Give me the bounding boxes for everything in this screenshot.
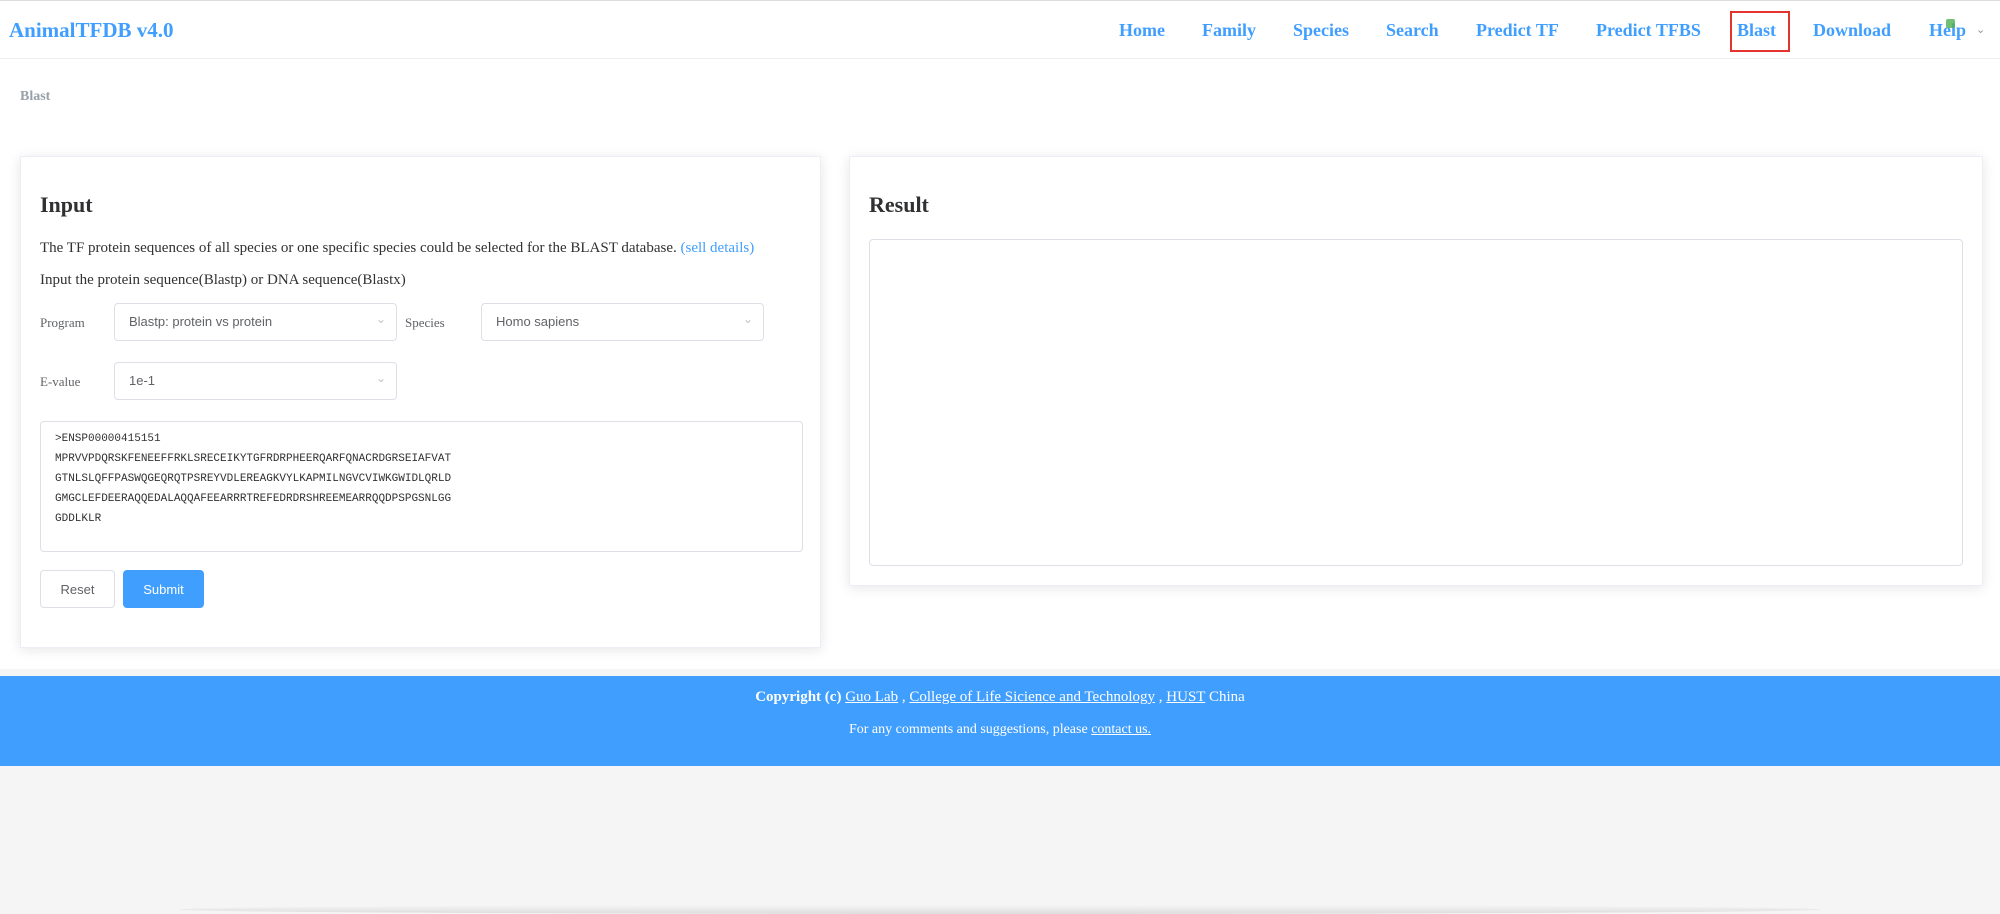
breadcrumb: Blast [20, 89, 51, 104]
program-label: Program [40, 315, 85, 330]
contact-link[interactable]: contact us. [1091, 722, 1151, 737]
top-navbar: AnimalTFDB v4.0 Home Family Species Sear… [0, 0, 2000, 59]
sequence-textarea[interactable]: >ENSP00000415151 MPRVVPDQRSKFENEEFFRKLSR… [40, 421, 803, 552]
main-nav: Home Family Species Search Predict TF Pr… [0, 20, 2000, 50]
evalue-select-value: 1e-1 [129, 373, 156, 388]
hust-link[interactable]: HUST [1166, 689, 1205, 705]
copyright-line: Copyright (c) Guo Lab , College of Life … [0, 689, 2000, 706]
nav-species[interactable]: Species [1293, 20, 1349, 41]
nav-predict-tfbs[interactable]: Predict TFBS [1596, 20, 1701, 41]
guo-lab-link[interactable]: Guo Lab [845, 689, 898, 705]
nav-search[interactable]: Search [1386, 20, 1439, 41]
chevron-down-icon: ⌄ [375, 312, 386, 326]
species-select[interactable]: Homo sapiens ⌄ [481, 303, 764, 341]
copyright-label: Copyright (c) [755, 689, 842, 705]
evalue-select[interactable]: 1e-1 ⌄ [114, 362, 397, 400]
species-label: Species [405, 315, 445, 330]
nav-home[interactable]: Home [1119, 20, 1165, 41]
chevron-down-icon[interactable]: ⌄ [1976, 23, 1985, 36]
help-badge-icon [1946, 19, 1955, 28]
chevron-down-icon: ⌄ [375, 371, 386, 385]
result-title: Result [869, 192, 929, 217]
program-select[interactable]: Blastp: protein vs protein ⌄ [114, 303, 397, 341]
nav-download[interactable]: Download [1813, 20, 1891, 41]
nav-predict-tf[interactable]: Predict TF [1476, 20, 1559, 41]
result-textarea[interactable] [869, 239, 1963, 566]
contact-line: For any comments and suggestions, please… [0, 722, 2000, 738]
evalue-label: E-value [40, 374, 81, 389]
reset-button[interactable]: Reset [40, 570, 115, 608]
result-card: Result [849, 156, 1983, 586]
species-select-value: Homo sapiens [496, 314, 580, 329]
window-bottom-shadow [180, 905, 1820, 914]
chevron-down-icon: ⌄ [742, 312, 753, 326]
sequence-instruction: Input the protein sequence(Blastp) or DN… [40, 272, 406, 288]
footer: Copyright (c) Guo Lab , College of Life … [0, 676, 2000, 766]
input-title: Input [40, 192, 93, 217]
contact-prefix: For any comments and suggestions, please [848, 722, 1088, 737]
annotation-highlight-box [1730, 11, 1790, 52]
separator: , [1158, 689, 1163, 705]
submit-button[interactable]: Submit [123, 570, 204, 608]
details-link[interactable]: (sell details) [680, 240, 754, 256]
main-content: Blast Input The TF protein sequences of … [0, 59, 2000, 669]
program-select-value: Blastp: protein vs protein [129, 314, 273, 329]
country-text: China [1208, 689, 1245, 705]
separator: , [901, 689, 906, 705]
db-description-text: The TF protein sequences of all species … [40, 240, 677, 256]
input-card: Input The TF protein sequences of all sp… [20, 156, 821, 648]
input-description: The TF protein sequences of all species … [40, 240, 754, 257]
college-link[interactable]: College of Life Sicience and Technology [909, 689, 1155, 705]
nav-family[interactable]: Family [1202, 20, 1256, 41]
